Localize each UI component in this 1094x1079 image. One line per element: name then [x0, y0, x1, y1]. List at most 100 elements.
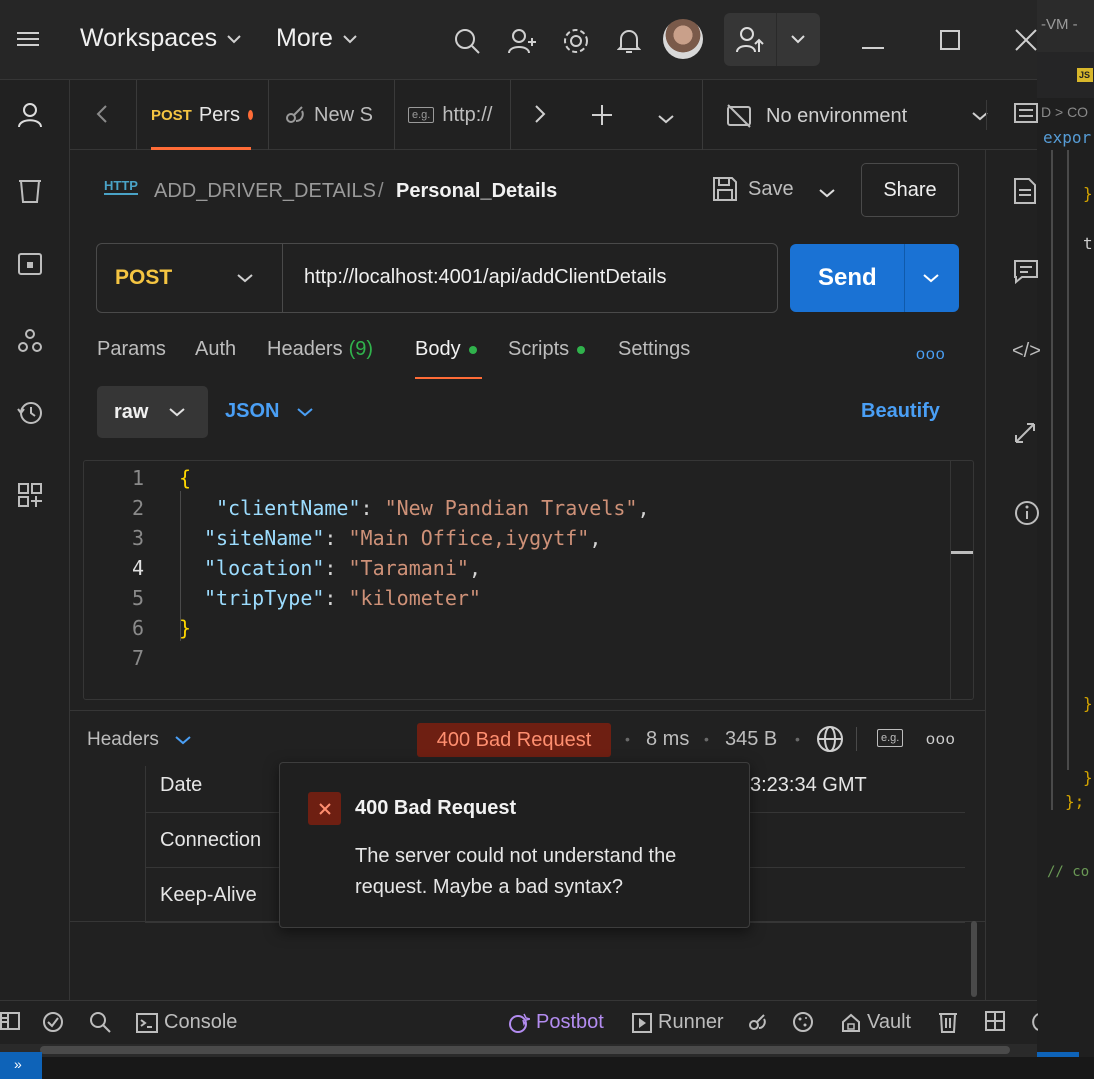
layout-panels-icon[interactable] [985, 1011, 1005, 1031]
invite-user-icon[interactable] [508, 28, 536, 59]
tab-body-label: Body [415, 338, 461, 360]
active-subtab-indicator [415, 377, 482, 379]
background-code-editor: -VM - JS D > CO expor } t } } }; // co » [1037, 0, 1094, 1079]
user-avatar[interactable] [663, 19, 703, 59]
header-name: Date [160, 774, 203, 796]
body-format-label: JSON [225, 400, 280, 422]
tab-scripts[interactable]: Scripts [508, 338, 586, 361]
tab-auth[interactable]: Auth [195, 338, 236, 361]
body-mode-label: raw [114, 401, 149, 423]
user-upload-icon [736, 27, 764, 53]
cookies-icon[interactable] [792, 1011, 814, 1033]
notifications-bell-icon[interactable] [616, 27, 642, 60]
documentation-icon[interactable] [1014, 178, 1036, 209]
socket-icon [286, 106, 304, 123]
vscode-brace: } [1083, 768, 1093, 787]
line-number: 1 [131, 466, 144, 490]
mock-server-icon[interactable] [17, 252, 43, 278]
tab-params[interactable]: Params [97, 338, 166, 361]
vscode-code-export: expor [1043, 128, 1092, 147]
vault-button[interactable]: Vault [841, 1011, 911, 1034]
horizontal-scrollbar[interactable] [0, 1044, 1037, 1057]
body-indicator-dot-icon [468, 345, 477, 354]
breadcrumb-collection[interactable]: ADD_DRIVER_DETAILS [154, 180, 376, 203]
response-size[interactable]: 345 B [725, 728, 777, 751]
status-tooltip: 400 Bad Request The server could not und… [279, 762, 750, 928]
send-button[interactable]: Send [790, 244, 959, 312]
body-code-editor[interactable]: 1 2 3 4 5 6 7 { "clientName": "New Pandi… [83, 460, 974, 700]
method-selector[interactable]: POST [97, 244, 283, 312]
tab-body[interactable]: Body [415, 338, 477, 361]
vscode-brace: } [1083, 694, 1093, 713]
tabs-scroll-right-icon[interactable] [534, 104, 546, 129]
tab-settings[interactable]: Settings [618, 338, 690, 361]
collections-user-icon[interactable] [17, 102, 43, 128]
find-replace-icon[interactable] [89, 1011, 111, 1033]
hamburger-menu-icon[interactable] [17, 30, 39, 53]
tab-headers[interactable]: Headers (9) [267, 338, 373, 361]
headers-count-badge: (9) [348, 338, 374, 360]
new-tab-plus-icon[interactable] [591, 104, 613, 131]
json-key: "location" [204, 556, 325, 580]
tabs-overflow-chevron-icon[interactable] [658, 111, 674, 129]
tab-http-example[interactable]: e.g. http:// [408, 80, 510, 150]
editor-scroll-marker[interactable] [951, 551, 973, 554]
tooltip-message-line: request. Maybe a bad syntax? [355, 876, 623, 898]
response-section-selector[interactable]: Headers [87, 729, 191, 751]
flows-nodes-icon[interactable] [17, 328, 43, 354]
body-format-selector[interactable]: JSON [225, 400, 314, 423]
history-icon[interactable] [17, 400, 43, 426]
toggle-sidebar-icon[interactable] [0, 1011, 20, 1031]
environment-quick-look-icon[interactable] [1014, 102, 1038, 133]
line-number: 2 [131, 496, 144, 520]
save-as-example-icon[interactable]: e.g. [877, 729, 904, 747]
postbot-button[interactable]: Postbot [508, 1011, 604, 1034]
maximize-window-icon[interactable] [940, 30, 960, 55]
close-window-icon[interactable] [1015, 29, 1037, 56]
response-time[interactable]: 8 ms [646, 728, 689, 751]
request-name[interactable]: Personal_Details [396, 180, 557, 203]
environment-selector[interactable]: No environment [726, 102, 988, 130]
info-icon[interactable] [1014, 500, 1040, 531]
search-icon[interactable] [454, 28, 480, 59]
sync-account-button[interactable] [724, 13, 820, 66]
help-icon[interactable] [1030, 1011, 1038, 1033]
save-options-chevron-icon[interactable] [819, 185, 835, 203]
json-open-brace: { [179, 466, 192, 490]
editor-minimap-divider [950, 461, 951, 699]
capture-requests-icon[interactable] [746, 1011, 768, 1033]
horizontal-scrollbar-thumb[interactable] [40, 1046, 1010, 1054]
workspaces-menu[interactable]: Workspaces [80, 24, 241, 53]
online-status-icon[interactable] [42, 1011, 64, 1033]
related-collections-icon[interactable] [1014, 422, 1036, 449]
url-input[interactable]: http://localhost:4001/api/addClientDetai… [304, 266, 666, 289]
vscode-comment: // co [1047, 864, 1090, 880]
code-snippet-icon[interactable]: </> [1012, 340, 1041, 363]
runner-button[interactable]: Runner [632, 1011, 724, 1034]
json-trail: , [637, 496, 650, 520]
trash-bin-icon[interactable] [17, 178, 43, 204]
chevron-down-icon [297, 407, 314, 416]
more-menu[interactable]: More [276, 24, 357, 53]
minimize-window-icon[interactable] [862, 38, 884, 56]
more-options-icon[interactable]: ooo [916, 346, 946, 364]
save-button[interactable]: Save [712, 176, 794, 202]
settings-gear-icon[interactable] [562, 27, 590, 60]
tab-post-personal-details[interactable]: POST Pers [151, 80, 253, 150]
console-button[interactable]: Console [136, 1011, 237, 1034]
json-trail: , [589, 526, 602, 550]
remote-indicator-button[interactable]: » [0, 1052, 42, 1079]
tab-new-socket[interactable]: New S [282, 80, 378, 150]
body-mode-selector[interactable]: raw [97, 386, 208, 438]
response-more-options-icon[interactable]: ooo [926, 731, 956, 749]
trash-icon[interactable] [938, 1011, 958, 1033]
tabs-scroll-left-icon[interactable] [96, 104, 108, 129]
network-globe-icon[interactable] [816, 725, 844, 758]
share-button[interactable]: Share [861, 163, 959, 217]
configure-sidebar-icon[interactable] [17, 482, 43, 508]
json-trail: , [468, 556, 481, 580]
beautify-button[interactable]: Beautify [861, 400, 940, 423]
response-status-badge[interactable]: 400 Bad Request [417, 723, 611, 757]
comments-icon[interactable] [1014, 260, 1038, 289]
response-scrollbar[interactable] [971, 921, 977, 997]
